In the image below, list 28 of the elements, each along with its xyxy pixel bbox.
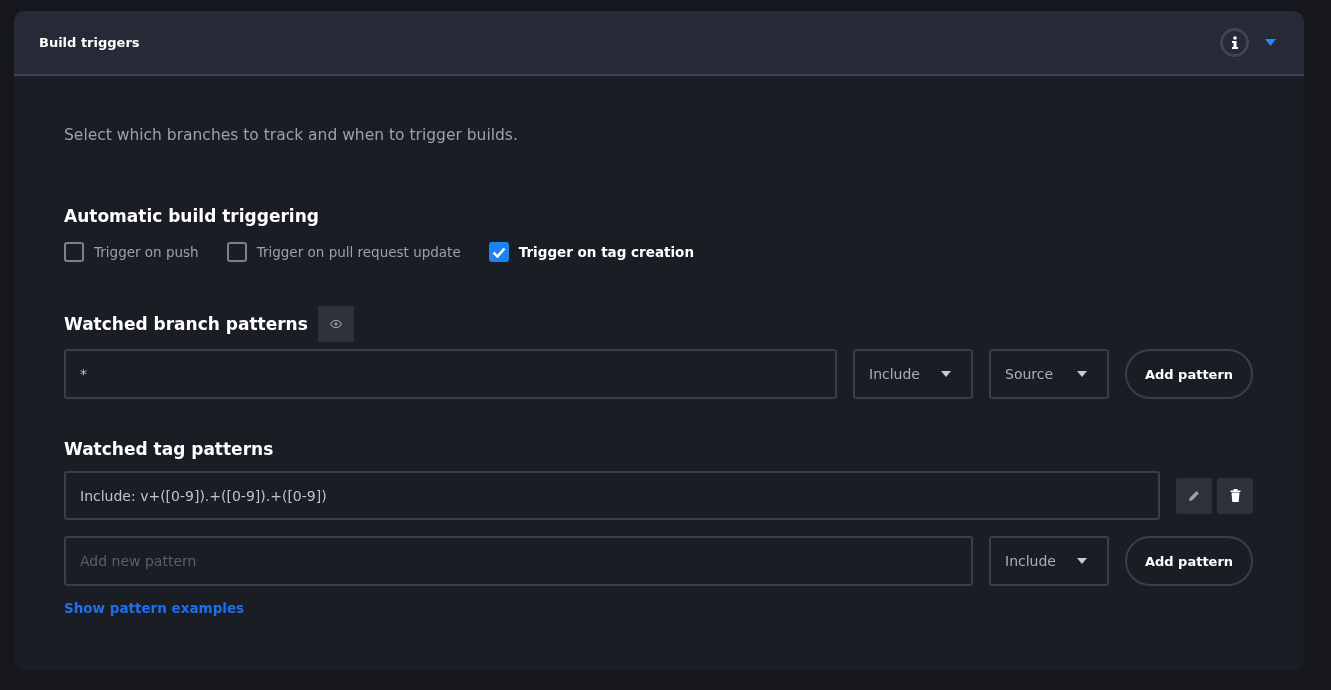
delete-icon[interactable]	[1217, 477, 1253, 514]
section-heading: Automatic build triggering	[64, 206, 320, 226]
caret-icon	[1077, 558, 1087, 564]
caret-icon	[1077, 371, 1087, 377]
panel-title: Build triggers	[39, 35, 140, 50]
checkbox-label[interactable]: Trigger on push	[94, 244, 199, 260]
caret-icon	[941, 371, 951, 377]
checkbox[interactable]	[226, 242, 247, 262]
caret-icon[interactable]	[1265, 39, 1276, 46]
checkbox-label[interactable]: Trigger on tag creation	[518, 244, 694, 260]
mode-dropdown[interactable]: Include	[853, 349, 973, 399]
new-pattern-input-field[interactable]: Add new pattern	[64, 536, 973, 586]
show-examples-link[interactable]: Show pattern examples	[64, 600, 245, 616]
checkbox[interactable]	[488, 242, 509, 262]
mode-dropdown[interactable]: Include	[989, 536, 1109, 586]
eye-icon[interactable]	[317, 306, 354, 342]
info-icon[interactable]	[1220, 28, 1249, 57]
pattern-input-field[interactable]: *	[64, 349, 837, 399]
add-pattern-button[interactable]: Add pattern	[1125, 536, 1253, 586]
checkbox-label[interactable]: Trigger on pull request update	[256, 244, 461, 260]
add-pattern-button[interactable]: Add pattern	[1125, 349, 1253, 399]
section-heading: Watched branch patterns	[64, 314, 308, 334]
description-text: Select which branches to track and when to trigger builds.	[64, 126, 519, 144]
edit-icon[interactable]	[1176, 477, 1212, 514]
tag-pattern-field: Include: v+([0-9]).+([0-9]).+([0-9])	[64, 471, 1160, 520]
source-dropdown[interactable]: Source	[989, 349, 1109, 399]
section-heading: Watched tag patterns	[64, 439, 275, 459]
checkbox[interactable]	[64, 242, 84, 262]
